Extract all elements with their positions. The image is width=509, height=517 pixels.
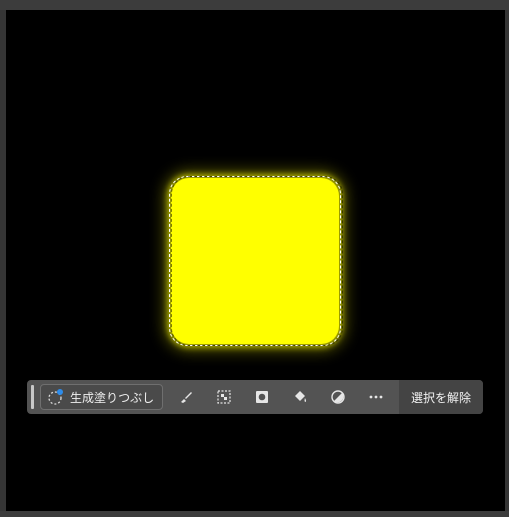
adjustment-icon — [330, 389, 346, 405]
fill-selection-button[interactable] — [285, 383, 315, 411]
select-subject-button[interactable] — [209, 383, 239, 411]
top-panel-edge — [0, 0, 509, 10]
generative-fill-icon — [47, 388, 65, 406]
photoshop-window: 生成塗りつぶし 選択を解除 — [0, 0, 509, 517]
generative-fill-label: 生成塗りつぶし — [70, 390, 155, 405]
deselect-button[interactable]: 選択を解除 — [398, 380, 483, 414]
pixel-select-icon — [216, 389, 232, 405]
paint-bucket-icon — [292, 389, 308, 405]
create-mask-button[interactable] — [247, 383, 277, 411]
brush-tool-button[interactable] — [171, 383, 201, 411]
yellow-rounded-square — [171, 178, 339, 344]
more-icon — [368, 389, 384, 405]
bottom-panel-edge — [0, 511, 509, 517]
mask-icon — [254, 389, 270, 405]
contextual-task-bar: 生成塗りつぶし 選択を解除 — [27, 380, 483, 414]
document-canvas[interactable]: 生成塗りつぶし 選択を解除 — [6, 10, 505, 511]
more-options-button[interactable] — [361, 383, 391, 411]
adjustment-layer-button[interactable] — [323, 383, 353, 411]
brush-icon — [178, 389, 194, 405]
generative-fill-button[interactable]: 生成塗りつぶし — [40, 384, 164, 410]
taskbar-drag-handle[interactable] — [31, 385, 34, 409]
